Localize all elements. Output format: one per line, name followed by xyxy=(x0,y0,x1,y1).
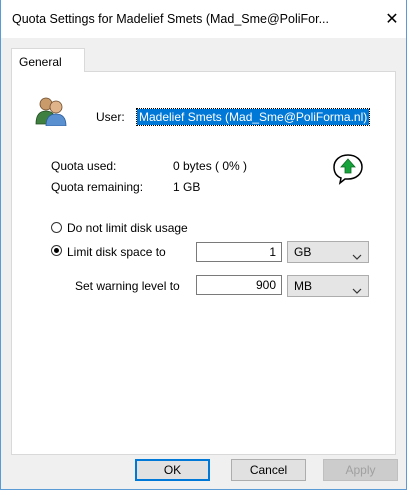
quota-used-value: 0 bytes ( 0% ) xyxy=(173,159,248,173)
general-panel: User: Madelief Smets (Mad_Sme@PoliForma.… xyxy=(11,71,396,455)
user-label: User: xyxy=(96,110,125,124)
user-value[interactable]: Madelief Smets (Mad_Sme@PoliForma.nl) xyxy=(135,108,371,126)
chevron-down-icon xyxy=(352,247,362,267)
cancel-button[interactable]: Cancel xyxy=(231,459,306,481)
limit-unit-value: GB xyxy=(294,245,312,259)
tab-general[interactable]: General xyxy=(11,48,85,72)
quota-settings-dialog: Quota Settings for Madelief Smets (Mad_S… xyxy=(0,0,407,490)
chevron-down-icon xyxy=(352,281,362,301)
limit-unit-select[interactable]: GB xyxy=(287,241,369,263)
limit-value-input[interactable]: 1 xyxy=(196,242,282,262)
warning-label: Set warning level to xyxy=(75,279,180,293)
quota-remaining-label: Quota remaining: xyxy=(51,180,144,194)
warning-unit-value: MB xyxy=(294,279,312,293)
limit-label: Limit disk space to xyxy=(67,245,166,259)
green-up-arrow-icon xyxy=(332,153,364,185)
no-limit-label: Do not limit disk usage xyxy=(67,221,188,235)
quota-used-label: Quota used: xyxy=(51,159,117,173)
limit-radio[interactable] xyxy=(51,245,62,256)
close-button[interactable]: ✕ xyxy=(378,0,406,38)
no-limit-radio[interactable] xyxy=(51,222,62,233)
ok-button[interactable]: OK xyxy=(135,459,210,481)
warning-value-input[interactable]: 900 xyxy=(196,275,282,295)
quota-remaining-value: 1 GB xyxy=(173,180,201,194)
warning-unit-select[interactable]: MB xyxy=(287,275,369,297)
users-icon xyxy=(35,96,67,127)
apply-button[interactable]: Apply xyxy=(323,459,398,481)
window-title: Quota Settings for Madelief Smets (Mad_S… xyxy=(12,12,329,26)
title-bar[interactable]: Quota Settings for Madelief Smets (Mad_S… xyxy=(1,0,406,38)
